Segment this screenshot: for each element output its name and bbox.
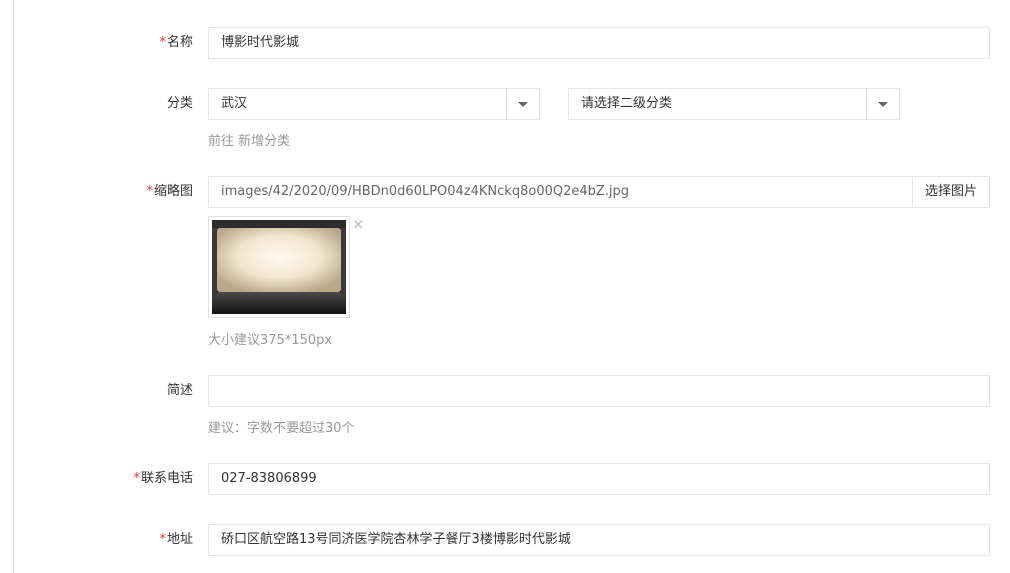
description-hint: 建议：字数不要超过30个 (208, 421, 355, 436)
size-hint: 大小建议375*150px (208, 333, 333, 348)
phone-label: *联系电话 (133, 471, 193, 486)
chevron-down-icon (518, 102, 528, 107)
name-label: *名称 (159, 35, 193, 50)
required-mark: * (159, 532, 166, 547)
select-separator (866, 89, 867, 119)
phone-input[interactable]: 027-83806899 (208, 463, 990, 495)
primary-category-value: 武汉 (221, 96, 248, 111)
left-divider (13, 0, 14, 573)
required-mark: * (146, 184, 153, 199)
address-label: *地址 (159, 532, 193, 547)
required-mark: * (159, 35, 166, 50)
name-input[interactable]: 博影时代影城 (208, 27, 990, 59)
thumbnail-preview (208, 216, 350, 318)
address-input[interactable]: 硚口区航空路13号同济医学院杏林学子餐厅3楼博影时代影城 (208, 524, 990, 556)
thumbnail-label: *缩略图 (146, 184, 193, 199)
required-mark: * (133, 471, 140, 486)
add-category-link[interactable]: 前往 新增分类 (208, 130, 290, 149)
category-label: 分类 (166, 96, 193, 111)
cinema-screen-image (212, 220, 346, 314)
description-label: 简述 (166, 383, 193, 398)
primary-category-select[interactable]: 武汉 (208, 88, 540, 120)
select-separator (506, 89, 507, 119)
choose-image-button[interactable]: 选择图片 (912, 176, 990, 208)
chevron-down-icon (878, 102, 888, 107)
thumbnail-path-input[interactable]: images/42/2020/09/HBDn0d60LPO04z4KNckq8o… (208, 176, 913, 208)
secondary-category-placeholder: 请选择二级分类 (581, 96, 673, 111)
secondary-category-select[interactable]: 请选择二级分类 (568, 88, 900, 120)
remove-image-icon[interactable]: × (352, 216, 365, 232)
description-input[interactable] (208, 375, 990, 407)
